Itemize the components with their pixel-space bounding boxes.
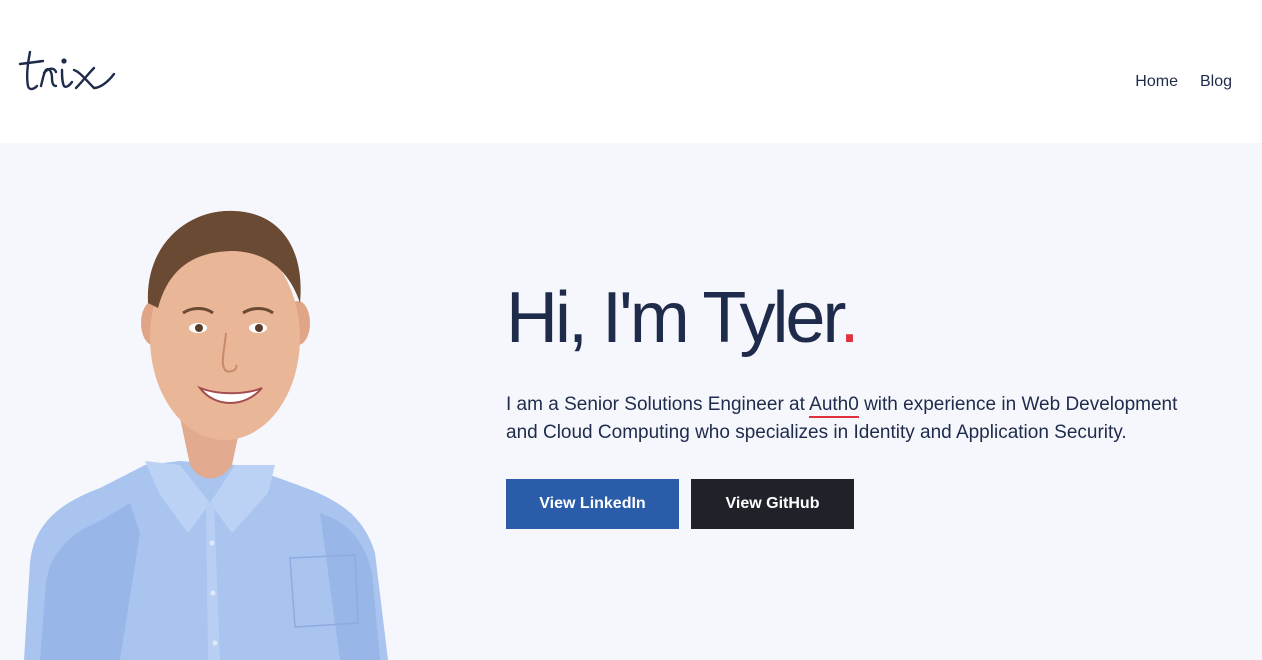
hero-content: Hi, I'm Tyler. I am a Senior Solutions E… [506, 275, 1226, 529]
main-nav: Home Blog [1135, 73, 1232, 91]
nav-blog-link[interactable]: Blog [1200, 73, 1232, 91]
portrait-illustration-icon [24, 210, 388, 660]
site-header: Home Blog [0, 0, 1262, 143]
profile-portrait [20, 203, 400, 660]
hero-title: Hi, I'm Tyler. [506, 275, 1226, 361]
hero-section: Hi, I'm Tyler. I am a Senior Solutions E… [0, 143, 1262, 660]
intro-text-before: I am a Senior Solutions Engineer at [506, 394, 810, 415]
view-github-button[interactable]: View GitHub [691, 479, 854, 529]
tnix-script-logo-icon [18, 50, 116, 91]
site-logo[interactable] [16, 42, 120, 98]
nav-home-link[interactable]: Home [1135, 73, 1178, 91]
hero-title-dot: . [839, 278, 859, 358]
hero-title-text: Hi, I'm Tyler [506, 278, 842, 358]
hero-intro: I am a Senior Solutions Engineer at Auth… [506, 391, 1206, 447]
auth0-link[interactable]: Auth0 [809, 394, 859, 418]
hero-buttons: View LinkedIn View GitHub [506, 479, 1226, 529]
view-linkedin-button[interactable]: View LinkedIn [506, 479, 679, 529]
